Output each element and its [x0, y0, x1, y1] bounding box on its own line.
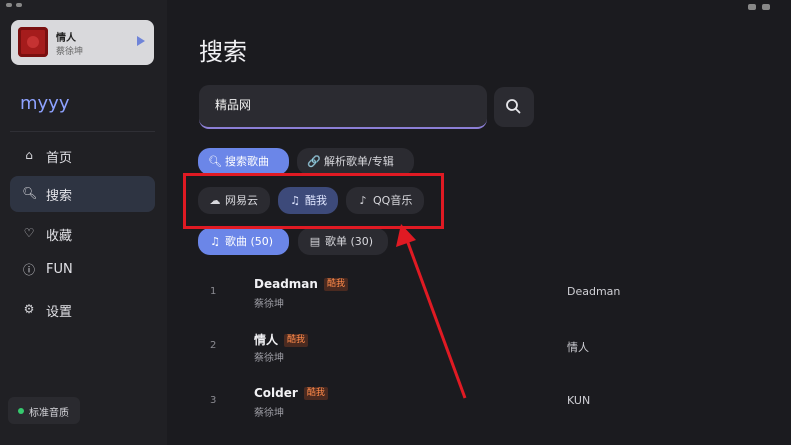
annotation-arrow [396, 224, 467, 399]
